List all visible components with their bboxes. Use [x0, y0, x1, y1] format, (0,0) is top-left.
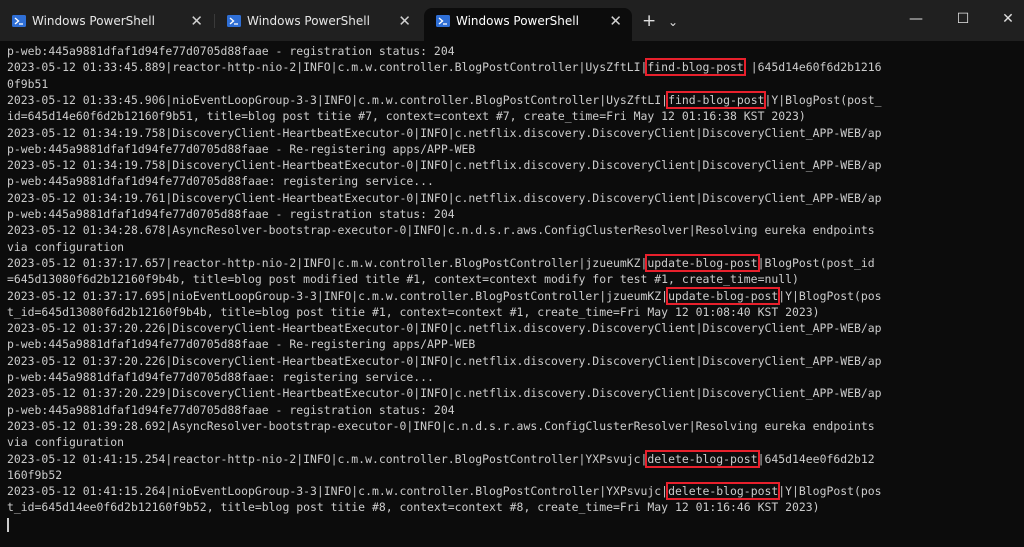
terminal-line: 0f9b51 — [7, 76, 48, 92]
line-text: 2023-05-12 01:37:20.226|DiscoveryClient-… — [7, 353, 882, 368]
terminal-line: 2023-05-12 01:34:19.761|DiscoveryClient-… — [7, 190, 882, 206]
line-text: t_id=645d13080f6d2b12160f9b4b, title=blo… — [7, 304, 820, 319]
close-tab-icon[interactable]: ✕ — [398, 8, 411, 34]
terminal-line: via configuration — [7, 434, 124, 450]
line-text: t_id=645d14ee0f6d2b12160f9b52, title=blo… — [7, 500, 820, 515]
maximize-button[interactable]: ☐ — [953, 10, 973, 28]
line-text: 2023-05-12 01:34:19.758|DiscoveryClient-… — [7, 158, 882, 173]
terminal-line: 2023-05-12 01:33:45.906|nioEventLoopGrou… — [7, 90, 882, 109]
terminal-line: p-web:445a9881dfaf1d94fe77d0705d88faae -… — [7, 402, 455, 418]
close-tab-icon[interactable]: ✕ — [190, 8, 203, 34]
highlighted-endpoint: find-blog-post — [645, 58, 746, 77]
terminal-line: 2023-05-12 01:33:45.889|reactor-http-nio… — [7, 58, 882, 77]
line-text: 2023-05-12 01:34:28.678|AsyncResolver-bo… — [7, 223, 875, 238]
line-text: p-web:445a9881dfaf1d94fe77d0705d88faae: … — [7, 174, 434, 189]
powershell-icon — [12, 15, 26, 27]
line-text: 2023-05-12 01:37:17.695|nioEventLoopGrou… — [7, 288, 669, 303]
line-text: 2023-05-12 01:34:19.761|DiscoveryClient-… — [7, 190, 882, 205]
powershell-icon — [436, 15, 450, 27]
line-text: p-web:445a9881dfaf1d94fe77d0705d88faae: … — [7, 370, 434, 384]
tab-label: Windows PowerShell — [247, 14, 370, 28]
line-text: 0f9b51 — [7, 76, 49, 91]
terminal-line: 2023-05-12 01:34:19.758|DiscoveryClient-… — [7, 125, 882, 141]
title-bar: Windows PowerShell ✕ Windows PowerShell … — [0, 0, 1024, 41]
tab-label: Windows PowerShell — [456, 14, 579, 28]
line-text-tail: |Y|BlogPost(pos — [778, 484, 882, 499]
terminal-line: t_id=645d14ee0f6d2b12160f9b52, title=blo… — [7, 499, 820, 515]
line-text-tail: |Y|BlogPost(post_ — [764, 92, 882, 107]
line-text: 2023-05-12 01:41:15.254|reactor-http-nio… — [7, 451, 648, 466]
line-text: 2023-05-12 01:37:20.226|DiscoveryClient-… — [7, 321, 882, 336]
terminal-line: 160f9b52 — [7, 467, 62, 483]
highlighted-endpoint: delete-blog-post — [645, 449, 760, 468]
terminal-line: 2023-05-12 01:34:28.678|AsyncResolver-bo… — [7, 222, 875, 238]
terminal-line: 2023-05-12 01:39:28.692|AsyncResolver-bo… — [7, 418, 875, 434]
terminal-line: p-web:445a9881dfaf1d94fe77d0705d88faae -… — [7, 43, 455, 59]
terminal-line: =645d13080f6d2b12160f9b4b, title=blog po… — [7, 271, 799, 287]
line-text: p-web:445a9881dfaf1d94fe77d0705d88faae -… — [7, 337, 476, 352]
tab-1[interactable]: Windows PowerShell ✕ — [0, 8, 213, 41]
line-text-tail: |Y|BlogPost(pos — [778, 288, 882, 303]
terminal-line: p-web:445a9881dfaf1d94fe77d0705d88faae -… — [7, 141, 475, 157]
terminal-line: 2023-05-12 01:34:19.758|DiscoveryClient-… — [7, 157, 882, 173]
terminal-line: 2023-05-12 01:37:20.226|DiscoveryClient-… — [7, 353, 882, 369]
line-text: p-web:445a9881dfaf1d94fe77d0705d88faae -… — [7, 207, 455, 221]
terminal-line: via configuration — [7, 239, 124, 255]
terminal-line: p-web:445a9881dfaf1d94fe77d0705d88faae: … — [7, 369, 434, 385]
terminal-line: 2023-05-12 01:37:20.229|DiscoveryClient-… — [7, 385, 882, 401]
terminal-line: id=645d14e60f6d2b12160f9b51, title=blog … — [7, 108, 806, 124]
terminal-line: p-web:445a9881dfaf1d94fe77d0705d88faae -… — [7, 206, 455, 222]
line-text: =645d13080f6d2b12160f9b4b, title=blog po… — [7, 272, 799, 287]
terminal-line: p-web:445a9881dfaf1d94fe77d0705d88faae: … — [7, 173, 434, 189]
line-text-tail: |BlogPost(post_id — [757, 255, 875, 270]
line-text: p-web:445a9881dfaf1d94fe77d0705d88faae -… — [7, 402, 455, 417]
terminal-line: t_id=645d13080f6d2b12160f9b4b, title=blo… — [7, 304, 820, 320]
highlighted-endpoint: delete-blog-post — [666, 482, 781, 501]
terminal-line: 2023-05-12 01:37:17.657|reactor-http-nio… — [7, 253, 875, 272]
powershell-icon — [227, 15, 241, 27]
line-text: p-web:445a9881dfaf1d94fe77d0705d88faae -… — [7, 141, 476, 156]
line-text-tail: |645d14ee0f6d2b12 — [757, 451, 875, 466]
line-text: 2023-05-12 01:41:15.264|nioEventLoopGrou… — [7, 484, 669, 499]
line-text: 2023-05-12 01:37:20.229|DiscoveryClient-… — [7, 386, 882, 401]
line-text: 2023-05-12 01:33:45.906|nioEventLoopGrou… — [7, 92, 669, 107]
highlighted-endpoint: find-blog-post — [666, 90, 767, 109]
terminal-line: 2023-05-12 01:37:17.695|nioEventLoopGrou… — [7, 286, 882, 305]
close-window-button[interactable]: ✕ — [998, 10, 1018, 28]
terminal-line: 2023-05-12 01:37:20.226|DiscoveryClient-… — [7, 320, 882, 336]
line-text-tail: |645d14e60f6d2b1216 — [743, 60, 882, 75]
terminal-line: p-web:445a9881dfaf1d94fe77d0705d88faae -… — [7, 336, 475, 352]
new-tab-button[interactable]: + — [642, 11, 656, 31]
line-text: via configuration — [7, 239, 125, 254]
line-text: 160f9b52 — [7, 467, 63, 482]
terminal-line: 2023-05-12 01:41:15.254|reactor-http-nio… — [7, 449, 875, 468]
chevron-down-icon[interactable]: ⌄ — [668, 12, 678, 32]
line-text: 2023-05-12 01:37:17.657|reactor-http-nio… — [7, 255, 648, 270]
terminal-line: 2023-05-12 01:41:15.264|nioEventLoopGrou… — [7, 482, 882, 501]
text-cursor — [7, 518, 9, 532]
line-text: via configuration — [7, 435, 125, 450]
line-text: 2023-05-12 01:34:19.758|DiscoveryClient-… — [7, 125, 882, 140]
line-text: p-web:445a9881dfaf1d94fe77d0705d88faae -… — [7, 44, 455, 58]
line-text: 2023-05-12 01:33:45.889|reactor-http-nio… — [7, 60, 648, 75]
tab-3[interactable]: Windows PowerShell ✕ — [424, 8, 632, 41]
line-text: 2023-05-12 01:39:28.692|AsyncResolver-bo… — [7, 418, 875, 433]
highlighted-endpoint: update-blog-post — [666, 286, 781, 305]
line-text: id=645d14e60f6d2b12160f9b51, title=blog … — [7, 109, 806, 124]
minimize-button[interactable]: — — [906, 10, 926, 28]
terminal-output[interactable]: p-web:445a9881dfaf1d94fe77d0705d88faae -… — [0, 41, 1024, 547]
tab-label: Windows PowerShell — [32, 14, 155, 28]
close-tab-icon[interactable]: ✕ — [609, 8, 622, 34]
highlighted-endpoint: update-blog-post — [645, 253, 760, 272]
tab-2[interactable]: Windows PowerShell ✕ — [215, 8, 421, 41]
